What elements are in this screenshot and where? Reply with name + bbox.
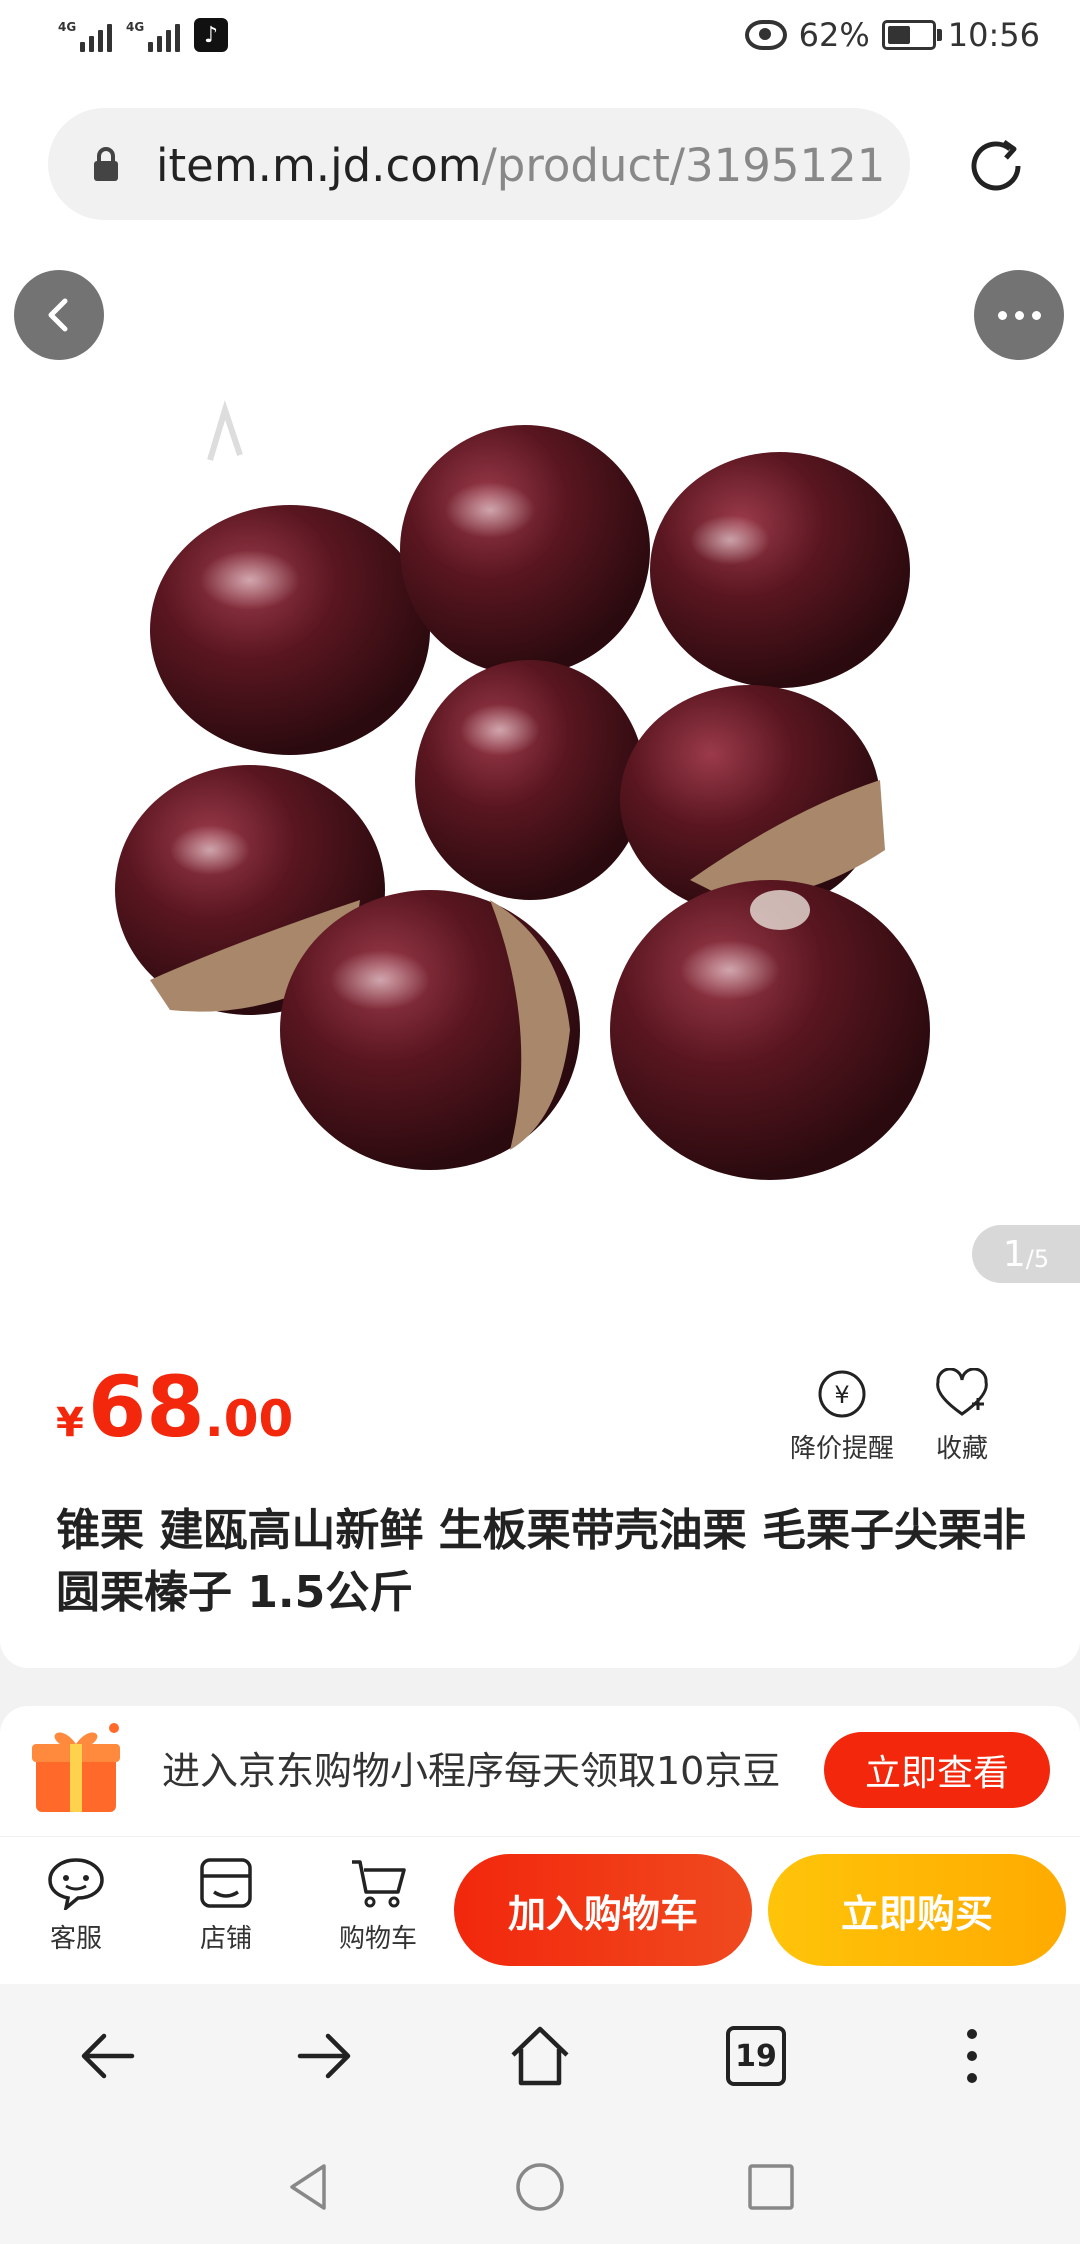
tiktok-icon: ♪ [194, 18, 228, 52]
eye-comfort-icon [744, 20, 787, 50]
refresh-icon[interactable] [960, 130, 1032, 202]
image-counter-total: /5 [1025, 1245, 1050, 1273]
battery-percent: 62% [798, 16, 870, 54]
customer-service-button[interactable]: 客服 [16, 1856, 136, 1955]
add-to-cart-button[interactable]: 加入购物车 [454, 1854, 752, 1966]
shop-button[interactable]: 店铺 [166, 1856, 286, 1955]
promo-text: 进入京东购物小程序每天领取10京豆 [162, 1749, 781, 1793]
chestnut [280, 890, 580, 1170]
chestnut [150, 400, 430, 755]
url-path: /product/31951214 [481, 139, 886, 192]
favorite-label: 收藏 [935, 1434, 988, 1464]
customer-service-label: 客服 [49, 1924, 102, 1954]
promo-view-button[interactable]: 立即查看 [824, 1732, 1050, 1808]
image-counter-current: 1 [1002, 1233, 1026, 1275]
shop-label: 店铺 [199, 1924, 252, 1954]
product-image [115, 400, 930, 1180]
system-home-icon[interactable] [513, 2160, 567, 2214]
arrow-left-icon [81, 2033, 135, 2079]
arrow-right-icon [297, 2033, 351, 2079]
price-alert-button[interactable]: ¥ 降价提醒 [790, 1368, 894, 1465]
buy-now-button[interactable]: 立即购买 [768, 1854, 1066, 1966]
chat-icon [48, 1858, 104, 1910]
battery-icon [881, 20, 942, 50]
chestnut [610, 880, 930, 1180]
product-title: 锥栗 建瓯高山新鲜 生板栗带壳油栗 毛栗子尖栗非圆栗榛子 1.5公斤 [56, 1505, 1026, 1618]
price: ¥ 68 .00 [56, 1362, 293, 1452]
heart-add-icon [936, 1368, 988, 1416]
price-decimal: .00 [204, 1390, 294, 1448]
status-right: 62% 10:56 [744, 16, 1040, 54]
system-back-icon[interactable] [282, 2160, 336, 2214]
home-icon [511, 2026, 569, 2086]
browser-forward-button[interactable] [284, 2016, 364, 2096]
browser-tabs-button[interactable]: 19 [716, 2016, 796, 2096]
more-button[interactable] [974, 270, 1064, 360]
status-bar: 4G 4G ♪ 62% 10:56 [0, 0, 1080, 82]
more-icon [997, 310, 1041, 320]
browser-home-button[interactable] [500, 2016, 580, 2096]
price-alert-label: 降价提醒 [790, 1434, 895, 1464]
signal-icon-2: 4G [126, 18, 180, 52]
price-symbol: ¥ [56, 1400, 84, 1446]
chevron-left-icon [48, 298, 68, 332]
tab-count: 19 [726, 2026, 786, 2086]
chestnut [415, 660, 645, 900]
gift-icon [32, 1723, 120, 1812]
cart-label: 购物车 [338, 1924, 417, 1954]
price-alert-icon: ¥ [818, 1370, 866, 1418]
cart-icon [352, 1860, 406, 1908]
network-type-2: 4G [126, 20, 145, 34]
image-counter: 1/5 [972, 1225, 1080, 1283]
url-text[interactable]: item.m.jd.com/product/31951214 [156, 138, 886, 194]
favorite-button[interactable]: 收藏 [932, 1368, 992, 1465]
lock-icon [94, 147, 118, 181]
chestnut [650, 452, 910, 688]
status-left: 4G 4G ♪ [58, 18, 228, 52]
signal-icon-1: 4G [58, 18, 112, 52]
browser-menu-button[interactable] [932, 2016, 1012, 2096]
chestnut [400, 425, 650, 675]
svg-text:¥: ¥ [834, 1381, 849, 1409]
vertical-dots-icon [967, 2029, 977, 2083]
url-host: item.m.jd.com [156, 139, 482, 192]
chestnut [620, 685, 885, 915]
clock: 10:56 [947, 16, 1040, 54]
network-type-1: 4G [58, 20, 77, 34]
cart-button[interactable]: 购物车 [318, 1856, 438, 1955]
price-integer: 68 [87, 1358, 205, 1456]
system-recents-icon[interactable] [744, 2160, 798, 2214]
shop-icon [200, 1858, 252, 1908]
back-button[interactable] [14, 270, 104, 360]
browser-back-button[interactable] [68, 2016, 148, 2096]
